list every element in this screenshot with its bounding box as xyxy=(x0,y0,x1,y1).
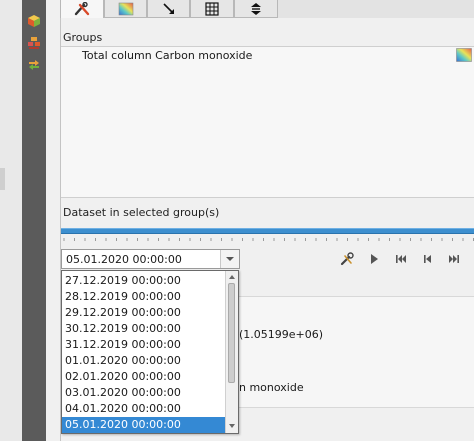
tab-pointer[interactable] xyxy=(147,0,190,18)
dropdown-option[interactable]: 29.12.2019 00:00:00 xyxy=(62,305,226,321)
skip-last-icon[interactable] xyxy=(446,251,462,267)
wrench-icon xyxy=(74,2,90,16)
stack-icon xyxy=(251,3,261,15)
play-icon[interactable] xyxy=(366,251,382,267)
dropdown-option[interactable]: 27.12.2019 00:00:00 xyxy=(62,273,226,289)
groups-list[interactable] xyxy=(61,46,474,198)
time-combo[interactable]: 05.01.2020 00:00:00 xyxy=(61,249,240,269)
dropdown-option[interactable]: 04.01.2020 00:00:00 xyxy=(62,401,226,417)
info-value: (1.05199e+06) xyxy=(239,328,324,341)
info-name: n monoxide xyxy=(239,381,304,394)
chevron-down-icon xyxy=(226,257,234,261)
dropdown-option[interactable]: 28.12.2019 00:00:00 xyxy=(62,289,226,305)
skip-first-icon[interactable] xyxy=(393,251,409,267)
arrow-pointer-icon xyxy=(162,3,174,14)
dropdown-option[interactable]: 30.12.2019 00:00:00 xyxy=(62,321,226,337)
groups-title: Groups xyxy=(63,31,103,44)
tab-grid[interactable] xyxy=(190,0,234,18)
layers-icon[interactable] xyxy=(27,36,41,50)
dropdown-option[interactable]: 31.12.2019 00:00:00 xyxy=(62,337,226,353)
left-edge xyxy=(0,0,22,441)
scroll-up-icon[interactable] xyxy=(227,272,237,282)
step-back-icon[interactable] xyxy=(420,251,436,267)
dropdown-option[interactable]: 02.01.2020 00:00:00 xyxy=(62,369,226,385)
time-combo-value: 05.01.2020 00:00:00 xyxy=(66,253,182,266)
time-slider[interactable] xyxy=(61,228,474,234)
settings-wrench-icon[interactable] xyxy=(339,251,355,267)
left-toolbar xyxy=(22,0,46,441)
tab-bar xyxy=(60,0,474,18)
tab-stack[interactable] xyxy=(234,0,278,18)
colormap-icon[interactable] xyxy=(456,48,472,62)
cube-icon[interactable] xyxy=(27,14,41,28)
dropdown-option[interactable]: 01.01.2020 00:00:00 xyxy=(62,353,226,369)
dropdown-option-selected[interactable]: 05.01.2020 00:00:00 xyxy=(62,417,226,433)
scroll-down-icon[interactable] xyxy=(227,421,237,431)
scrollbar-thumb[interactable] xyxy=(228,283,235,383)
dataset-title: Dataset in selected group(s) xyxy=(63,206,220,219)
timeline-ticks-bottom xyxy=(63,238,474,241)
arrows-icon[interactable] xyxy=(27,58,41,72)
dropdown-scrollbar[interactable] xyxy=(225,271,238,433)
tab-settings[interactable] xyxy=(60,0,104,18)
colormap-icon xyxy=(118,2,133,16)
combo-arrow[interactable] xyxy=(220,250,239,268)
tab-colormap[interactable] xyxy=(104,0,147,18)
group-item-label[interactable]: Total column Carbon monoxide xyxy=(82,49,252,62)
dropdown-option[interactable]: 03.01.2020 00:00:00 xyxy=(62,385,226,401)
grid-icon xyxy=(205,2,219,16)
time-dropdown-list[interactable]: 27.12.2019 00:00:00 28.12.2019 00:00:00 … xyxy=(61,270,239,434)
